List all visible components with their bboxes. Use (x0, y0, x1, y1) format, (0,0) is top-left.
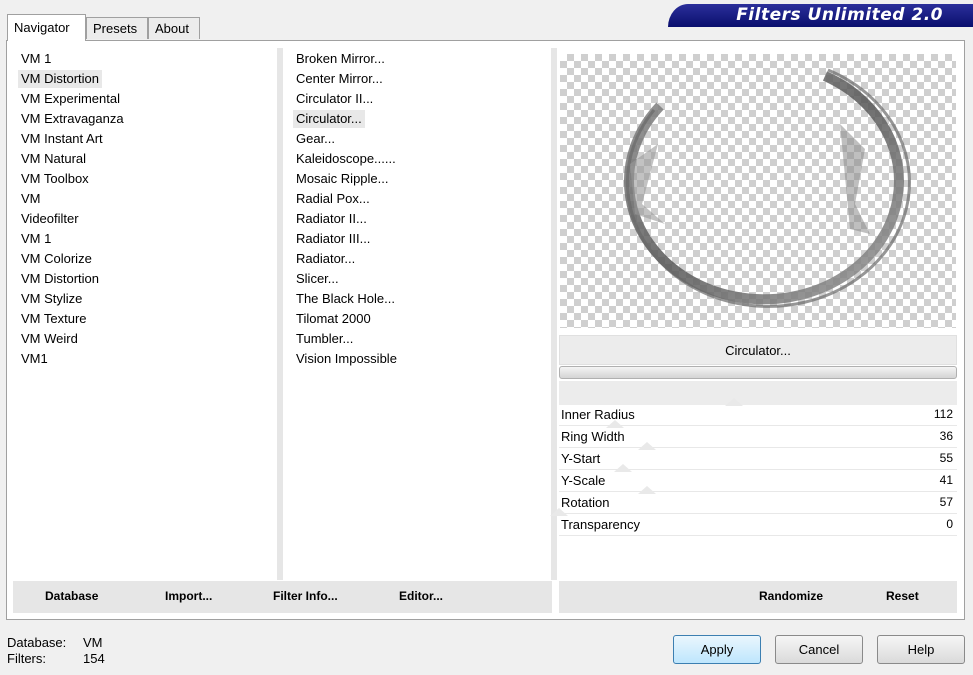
slider-thumb[interactable] (550, 508, 568, 516)
slider-label: Rotation (561, 495, 610, 510)
help-button[interactable]: Help (877, 635, 965, 664)
category-item[interactable]: VM Natural (18, 150, 89, 168)
slider-row[interactable]: Y-Scale 41 (559, 464, 957, 492)
editor-button[interactable]: Editor... (399, 589, 443, 603)
tab-presets[interactable]: Presets (86, 17, 148, 39)
slider-row[interactable]: Rotation 57 (559, 486, 957, 514)
slider-row[interactable]: Ring Width 36 (559, 420, 957, 448)
right-button-bar: Randomize Reset (559, 581, 957, 613)
selected-filter-name: Circulator... (559, 335, 957, 365)
filter-item[interactable]: Slicer... (293, 270, 342, 288)
filters-count: 154 (83, 651, 105, 666)
category-item[interactable]: VM Distortion (18, 270, 102, 288)
slider-value: 57 (939, 495, 953, 509)
database-button[interactable]: Database (45, 589, 98, 603)
slider-thumb[interactable] (613, 464, 632, 472)
slider-value: 0 (946, 517, 953, 531)
category-item[interactable]: VM Extravaganza (18, 110, 127, 128)
slider-label: Y-Start (561, 451, 601, 466)
database-label: Database: (7, 635, 67, 650)
slider-value: 112 (933, 407, 953, 421)
category-item[interactable]: VM1 (18, 350, 51, 368)
reset-button[interactable]: Reset (886, 589, 919, 603)
filter-item[interactable]: Broken Mirror... (293, 50, 388, 68)
filter-item[interactable]: Center Mirror... (293, 70, 386, 88)
filters-label: Filters: (7, 651, 46, 666)
category-item[interactable]: VM Stylize (18, 290, 85, 308)
category-item[interactable]: VM Instant Art (18, 130, 106, 148)
slider-value: 55 (939, 451, 953, 465)
category-item[interactable]: VM Toolbox (18, 170, 92, 188)
randomize-button[interactable]: Randomize (759, 589, 823, 603)
slider-thumb[interactable] (605, 420, 624, 428)
progress-bar (559, 366, 957, 379)
filter-item[interactable]: Circulator II... (293, 90, 376, 108)
apply-button[interactable]: Apply (673, 635, 761, 664)
column-divider (551, 48, 557, 580)
banner-title: Filters Unlimited 2.0 (736, 5, 943, 25)
left-button-bar: Database Import... Filter Info... Editor… (13, 581, 552, 613)
slider-label: Ring Width (561, 429, 625, 444)
filter-item[interactable]: Vision Impossible (293, 350, 400, 368)
filter-item[interactable]: Radiator III... (293, 230, 373, 248)
filter-item[interactable]: Circulator... (293, 110, 365, 128)
slider-thumb[interactable] (637, 486, 656, 494)
title-banner: Filters Unlimited 2.0 (668, 4, 973, 27)
slider-row[interactable]: Transparency 0 (550, 508, 957, 536)
tab-navigator[interactable]: Navigator (7, 14, 86, 41)
filter-item[interactable]: Radiator II... (293, 210, 370, 228)
slider-value: 41 (939, 473, 953, 487)
slider-label: Y-Scale (561, 473, 606, 488)
slider-header (559, 381, 957, 405)
slider-thumb[interactable] (637, 442, 656, 450)
slider-label: Transparency (561, 517, 640, 532)
preview-canvas (560, 54, 956, 328)
filter-item[interactable]: Radiator... (293, 250, 358, 268)
cancel-button[interactable]: Cancel (775, 635, 863, 664)
column-divider (277, 48, 283, 580)
category-item[interactable]: VM Colorize (18, 250, 95, 268)
slider-thumb[interactable] (725, 398, 744, 406)
import-button[interactable]: Import... (165, 589, 212, 603)
filter-item[interactable]: Tilomat 2000 (293, 310, 374, 328)
filter-item[interactable]: Kaleidoscope...... (293, 150, 399, 168)
database-value: VM (83, 635, 103, 650)
category-item[interactable]: VM 1 (18, 50, 54, 68)
tab-about[interactable]: About (148, 17, 200, 39)
category-item[interactable]: VM Experimental (18, 90, 123, 108)
category-item[interactable]: VM (18, 190, 44, 208)
ring-preview-image (624, 68, 911, 308)
filter-item[interactable]: The Black Hole... (293, 290, 398, 308)
category-item[interactable]: VM Distortion (18, 70, 103, 88)
category-item[interactable]: VM Weird (18, 330, 81, 348)
category-item[interactable]: VM 1 (18, 230, 54, 248)
filter-info-button[interactable]: Filter Info... (273, 589, 338, 603)
category-item[interactable]: VM Texture (18, 310, 90, 328)
filter-item[interactable]: Radial Pox... (293, 190, 373, 208)
filter-item[interactable]: Tumbler... (293, 330, 356, 348)
filter-item[interactable]: Mosaic Ripple... (293, 170, 391, 188)
category-item[interactable]: Videofilter (18, 210, 82, 228)
filter-item[interactable]: Gear... (293, 130, 338, 148)
slider-value: 36 (939, 429, 953, 443)
